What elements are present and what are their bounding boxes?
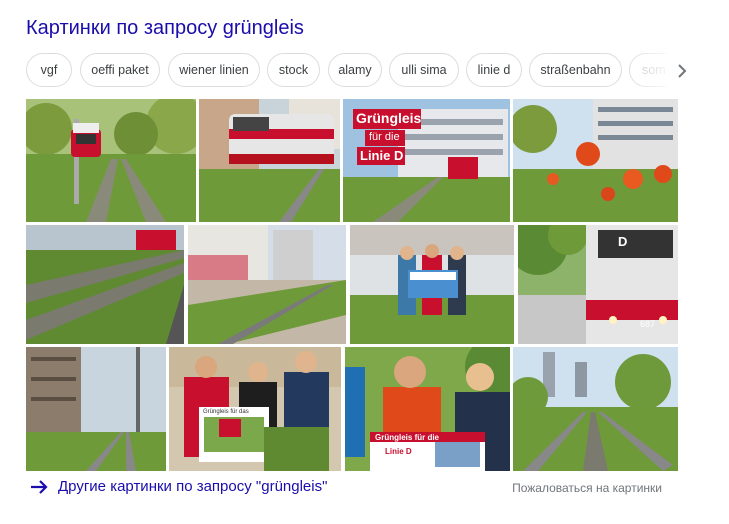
- tram-destination-label: D: [618, 234, 628, 249]
- image-result-7[interactable]: [350, 225, 514, 344]
- image-results-title[interactable]: Картинки по запросу grüngleis: [26, 15, 304, 41]
- arrow-right-icon: [31, 479, 48, 494]
- more-images-link[interactable]: Другие картинки по запросу "grüngleis": [30, 478, 327, 495]
- banner-text-line2: für die: [369, 131, 400, 143]
- tram-number-label: 687: [640, 319, 656, 329]
- chip-stock[interactable]: stock: [267, 53, 320, 87]
- image-result-8[interactable]: D 687: [518, 225, 678, 344]
- image-result-6[interactable]: [188, 225, 346, 344]
- chip-linie-d[interactable]: linie d: [466, 53, 522, 87]
- chip-wiener-linien[interactable]: wiener linien: [168, 53, 260, 87]
- image-result-10[interactable]: Grüngleis für das: [169, 347, 341, 471]
- image-result-9[interactable]: [26, 347, 166, 471]
- image-result-11[interactable]: Grüngleis für die Linie D: [345, 347, 510, 471]
- chevron-right-icon[interactable]: [672, 61, 692, 81]
- sign-text: Grüngleis für das: [203, 409, 249, 415]
- image-result-3[interactable]: Grüngleis für die Linie D: [343, 99, 510, 222]
- chip-oeffi-paket[interactable]: oeffi paket: [80, 53, 160, 87]
- banner-text-line3: Linie D: [360, 148, 404, 163]
- more-images-label: Другие картинки по запросу "grüngleis": [58, 478, 328, 495]
- banner-text-line1: Grüngleis: [356, 110, 422, 126]
- image-result-12[interactable]: [513, 347, 678, 471]
- image-result-4[interactable]: [513, 99, 678, 222]
- image-result-2[interactable]: [199, 99, 340, 222]
- chip-ulli-sima[interactable]: ulli sima: [389, 53, 459, 87]
- image-result-5[interactable]: [26, 225, 184, 344]
- chip-alamy[interactable]: alamy: [328, 53, 382, 87]
- chips-fade-overlay: [626, 53, 666, 89]
- chip-vgf[interactable]: vgf: [26, 53, 72, 87]
- chip-strassenbahn[interactable]: straßenbahn: [529, 53, 622, 87]
- sign-text-small2: Linie D: [385, 447, 412, 456]
- report-images-link[interactable]: Пожаловаться на картинки: [512, 481, 662, 495]
- related-searches-chips: vgf oeffi paket wiener linien stock alam…: [26, 53, 666, 89]
- image-result-1[interactable]: [26, 99, 196, 222]
- sign-text-small: Grüngleis für die: [375, 433, 440, 442]
